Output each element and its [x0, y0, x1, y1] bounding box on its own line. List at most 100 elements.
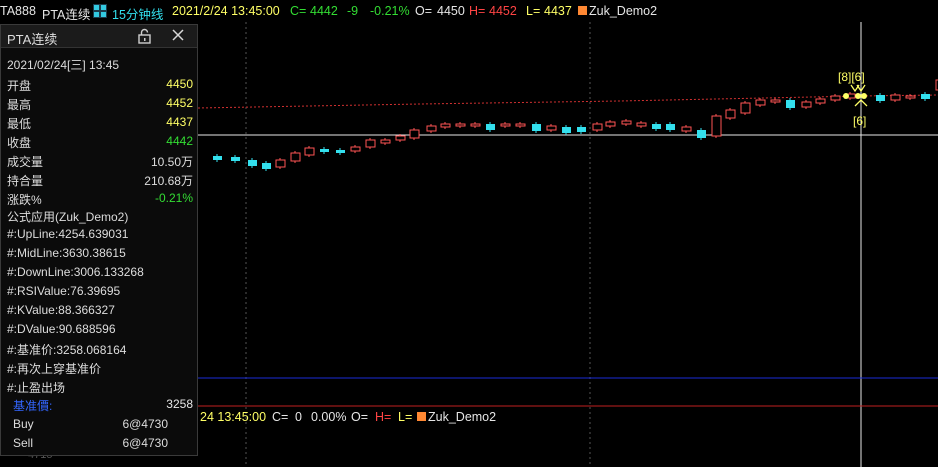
- candle-body: [500, 123, 511, 127]
- sub-strategy-swatch: [417, 412, 426, 421]
- info-row-value: 4450: [166, 77, 193, 91]
- candle-body: [725, 109, 736, 119]
- panel-header[interactable]: PTA连续: [1, 25, 197, 48]
- candle-body: [248, 160, 257, 166]
- formula-line: #:止盈出场: [7, 381, 66, 395]
- signal-tag-bottom: [6]: [853, 114, 866, 128]
- formula-line: #:MidLine:3630.38615: [7, 246, 126, 260]
- candle-body: [621, 120, 632, 125]
- candle-body: [801, 101, 812, 108]
- candle-body: [365, 139, 376, 148]
- buy-row: Buy 6@4730: [13, 415, 168, 434]
- candle-body: [409, 129, 420, 139]
- sell-row: Sell 6@4730: [13, 434, 168, 453]
- candle-body: [486, 124, 495, 130]
- symbol-code: TA888: [0, 4, 36, 18]
- info-row: 收盘 4442: [7, 132, 193, 151]
- strategy-color-swatch: [578, 6, 587, 15]
- close-icon[interactable]: [171, 28, 185, 45]
- candle-body: [336, 150, 345, 153]
- base-price-label: 基准價:: [13, 399, 53, 413]
- candle-body: [921, 94, 930, 99]
- candle-body: [666, 124, 675, 130]
- info-row: 持合量 210.68万: [7, 170, 193, 189]
- grid-icon[interactable]: [93, 4, 107, 21]
- change-value: -9: [347, 4, 359, 18]
- candle-body: [262, 163, 271, 169]
- panel-title: PTA连续: [7, 32, 58, 47]
- candle-body: [815, 98, 826, 104]
- signal-tag-top: [8][6]: [838, 70, 865, 84]
- upline-dotted: [197, 94, 938, 109]
- info-row-value: 210.68万: [144, 174, 193, 188]
- info-row-label: 成交量: [7, 155, 44, 169]
- info-row-value: 4437: [166, 115, 193, 129]
- candle-body: [681, 126, 692, 132]
- lock-icon[interactable]: [137, 28, 153, 47]
- sub-high-label: H=: [375, 410, 392, 424]
- strategy-name[interactable]: Zuk_Demo2: [589, 4, 657, 18]
- sub-open-label: O=: [351, 410, 369, 424]
- candle-body: [532, 124, 541, 131]
- candle-body: [426, 125, 437, 132]
- sub-change-pct: 0.00%: [311, 410, 347, 424]
- info-row-label: 收盘: [7, 136, 32, 150]
- open-value: 4450: [437, 4, 465, 18]
- info-row-label: 持合量: [7, 174, 44, 188]
- candle-body: [786, 100, 795, 108]
- info-row: 涨跌% -0.21%: [7, 189, 193, 208]
- info-row: 成交量 10.50万: [7, 151, 193, 170]
- candle-body: [320, 149, 329, 152]
- candle-body: [711, 115, 722, 137]
- candle-body: [350, 146, 361, 152]
- sub-close-value: 0: [295, 410, 302, 424]
- chart-header: TA888 PTA连续 15分钟线 2021/2/24 13:45:00 C= …: [0, 0, 938, 22]
- sub-strategy-name[interactable]: Zuk_Demo2: [428, 410, 496, 424]
- close-label: C=: [290, 4, 307, 18]
- sell-label: Sell: [13, 436, 34, 450]
- formula-line: #:再次上穿基准价: [7, 362, 102, 376]
- vertical-gridlines: [245, 22, 591, 467]
- base-price-value: 3258: [166, 397, 193, 411]
- candle-body: [905, 95, 916, 99]
- candle-body: [290, 152, 301, 162]
- sell-value: 6@4730: [122, 436, 168, 450]
- candle-body: [515, 123, 526, 127]
- candle-body: [697, 130, 706, 138]
- candle-body: [470, 123, 481, 127]
- buy-value: 6@4730: [122, 417, 168, 431]
- candle-body: [636, 122, 647, 127]
- info-row-value: 4452: [166, 96, 193, 110]
- signal-markers: [8][6] [6]: [838, 70, 868, 128]
- candle-body: [770, 99, 781, 103]
- high-label: H=: [469, 4, 486, 18]
- signal-dot-icon-3: [861, 93, 867, 99]
- formula-line: #:DownLine:3006.133268: [7, 265, 144, 279]
- info-row-label: 涨跌%: [7, 193, 42, 207]
- sub-datetime-tail: 24 13:45:00: [200, 410, 267, 424]
- candle-body: [304, 147, 315, 156]
- signal-dot-icon-2: [855, 93, 861, 99]
- candle-body: [577, 127, 586, 132]
- high-value: 4452: [489, 4, 517, 18]
- candle-body: [213, 156, 222, 160]
- candle-body: [275, 159, 286, 168]
- candle-body: [562, 127, 571, 133]
- candle-body: [546, 125, 557, 131]
- info-row-label: 最高: [7, 98, 32, 112]
- candle-body: [592, 123, 603, 131]
- candle-body: [652, 124, 661, 129]
- period-selector[interactable]: 15分钟线: [112, 4, 163, 23]
- info-row-label: 最低: [7, 117, 32, 131]
- sub-close-label: C=: [272, 410, 289, 424]
- panel-date: 2021/02/24[三] 13:45: [7, 58, 120, 72]
- info-row-value: -0.21%: [154, 191, 193, 205]
- formula-line: #:RSIValue:76.39695: [7, 284, 121, 298]
- symbol-name: PTA连续: [42, 8, 91, 22]
- candle-body: [380, 139, 391, 144]
- formula-line: #:UpLine:4254.639031: [7, 227, 129, 241]
- formula-title: 公式应用(Zuk_Demo2): [7, 210, 129, 224]
- candle-body: [455, 123, 466, 127]
- info-row: 最低 4437: [7, 113, 193, 132]
- formula-line: #:基准价:3258.068164: [7, 343, 127, 357]
